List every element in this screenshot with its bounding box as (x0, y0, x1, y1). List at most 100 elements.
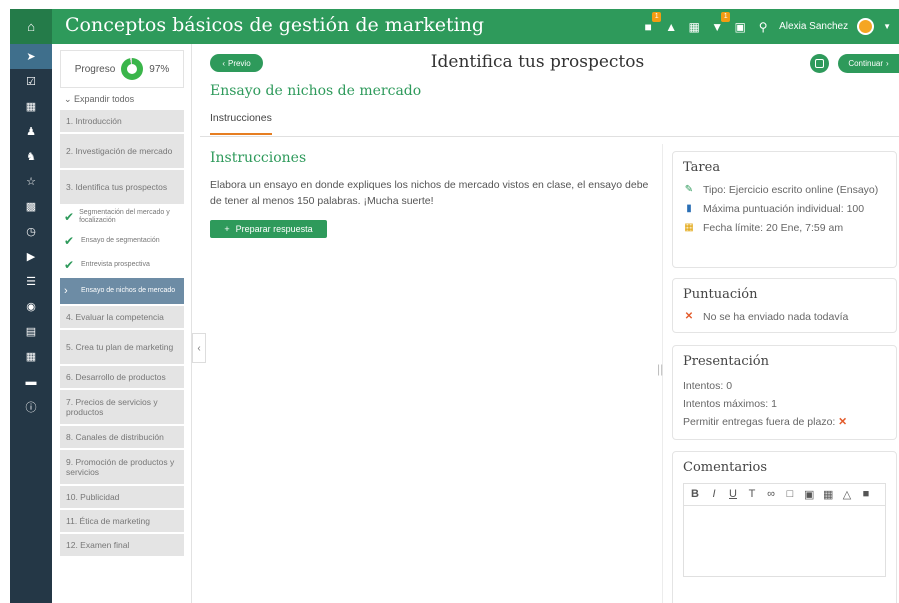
app-title: Conceptos básicos de gestión de marketin… (65, 14, 485, 36)
outline-chapter[interactable]: 1. Introducción (60, 110, 184, 132)
rail-info-icon[interactable]: ⓘ (10, 394, 52, 419)
drag-handle-icon[interactable]: || (657, 362, 663, 376)
task-type: Tipo: Ejercicio escrito online (Ensayo) (703, 184, 879, 196)
underline-icon[interactable]: U (728, 488, 738, 501)
task-card: Tarea ✎ Tipo: Ejercicio escrito online (E… (672, 151, 897, 268)
search-icon[interactable]: ⚲ (756, 20, 770, 34)
save-icon[interactable] (810, 54, 829, 73)
comment-textarea[interactable] (684, 506, 885, 576)
checkmark-icon: ✔ (64, 258, 75, 272)
user-name[interactable]: Alexia Sanchez (779, 21, 848, 32)
rail-folder-icon[interactable]: ▬ (10, 369, 52, 394)
rail-nav-icon[interactable]: ➤ (10, 44, 52, 69)
prepare-response-button[interactable]: + Preparar respuesta (210, 220, 327, 238)
italic-icon[interactable]: I (709, 488, 719, 501)
expand-all-toggle[interactable]: ⌄ Expandir todos (64, 94, 134, 105)
comments-card: Comentarios B I U T ∞ □ ▣ ▦ △ ■ (672, 451, 897, 603)
progress-widget: Progreso 97% (60, 50, 184, 88)
outline-chapter-label: 1. Introducción (66, 116, 122, 126)
chevron-down-icon[interactable]: ▼ (883, 22, 891, 31)
page-title: Identifica tus prospectos (430, 52, 645, 72)
outline-chapter-label: 4. Evaluar la competencia (66, 312, 164, 322)
assignment-title: Ensayo de nichos de mercado (210, 83, 422, 99)
outline-chapter[interactable]: 4. Evaluar la competencia (60, 306, 184, 328)
score-card: Puntuación ✕ No se ha enviado nada todaví… (672, 278, 897, 333)
notification-badge: 1 (652, 11, 662, 22)
rail-list-icon[interactable]: ☰ (10, 269, 52, 294)
checkmark-icon: ✔ (64, 210, 75, 224)
rail-user-icon[interactable]: ♞ (10, 144, 52, 169)
outline-chapter-label: 10. Publicidad (66, 492, 120, 502)
rail-stats-icon[interactable]: ▤ (10, 319, 52, 344)
microphone-icon[interactable]: △ (842, 488, 852, 501)
chapter-list: 1. Introducción 2. Investigación de merca… (60, 110, 184, 558)
cart-icon[interactable]: ▼ 1 (710, 11, 731, 34)
outline-chapter-label: 5. Crea tu plan de marketing (66, 342, 174, 352)
submission-card: Presentación Intentos: 0 Intentos máximo… (672, 345, 897, 440)
deadline: Fecha límite: 20 Ene, 7:59 am (703, 222, 844, 234)
outline-chapter[interactable]: 10. Publicidad (60, 486, 184, 508)
top-bar: ⌂ Conceptos básicos de gestión de market… (10, 9, 899, 44)
rail-chat-icon[interactable]: ◉ (10, 294, 52, 319)
outline-chapter[interactable]: 7. Precios de servicios y productos (60, 390, 184, 424)
outline-chapter[interactable]: 3. Identifica tus prospectos (60, 170, 184, 204)
rail-check-icon[interactable]: ☑ (10, 69, 52, 94)
outline-lesson[interactable]: ✔ Segmentación del mercado y focalización (60, 206, 184, 228)
outline-lesson-label: Ensayo de segmentación (81, 237, 160, 244)
max-score: Máxima puntuación individual: 100 (703, 203, 865, 215)
outline-lesson[interactable]: ✔ Entrevista prospectiva (60, 254, 184, 276)
outline-current-lesson[interactable]: › Ensayo de nichos de mercado (60, 278, 184, 304)
instructions-text: Elabora un ensayo en donde expliques los… (210, 179, 649, 207)
outline-chapter[interactable]: 8. Canales de distribución (60, 426, 184, 448)
max-attempts: Intentos máximos: 1 (683, 398, 777, 410)
outline-chapter[interactable]: 11. Ética de marketing (60, 510, 184, 532)
icon-rail: ➤ ☑ ▦ ♟ ♞ ☆ ▩ ◷ ▶ ☰ ◉ ▤ ▦ ▬ ⓘ (10, 44, 52, 603)
main-content: ‹ Previo Identifica tus prospectos Contin… (200, 44, 899, 603)
calendar-icon[interactable]: ▦ (687, 20, 701, 34)
max-score-row: ▮ Máxima puntuación individual: 100 (683, 202, 886, 216)
avatar[interactable] (857, 18, 875, 35)
outline-chapter-label: 6. Desarrollo de productos (66, 372, 166, 382)
instructions-heading: Instrucciones (210, 150, 307, 166)
outline-lesson-label: Segmentación del mercado y focalización (79, 209, 170, 224)
previous-button[interactable]: ‹ Previo (210, 54, 263, 72)
home-icon[interactable]: ⌂ (10, 9, 52, 44)
rail-trophy-icon[interactable]: ☆ (10, 169, 52, 194)
chevron-right-icon: › (64, 285, 68, 297)
progress-value: 97% (149, 63, 170, 75)
outline-chapter-label: 12. Examen final (66, 540, 130, 550)
bold-icon[interactable]: B (690, 488, 700, 501)
x-icon: ✕ (684, 311, 694, 322)
rail-megaphone-icon[interactable]: ▶ (10, 244, 52, 269)
submission-card-title: Presentación (683, 354, 770, 369)
top-actions: ■ 1 ▲ ▦ ▼ 1 ▣ ⚲ Alexia Sanchez ▼ (641, 9, 891, 44)
file-icon[interactable]: □ (785, 488, 795, 501)
rail-clock-icon[interactable]: ◷ (10, 219, 52, 244)
table-icon[interactable]: ▦ (823, 488, 833, 501)
outline-chapter[interactable]: 6. Desarrollo de productos (60, 366, 184, 388)
outline-chapter[interactable]: 5. Crea tu plan de marketing (60, 330, 184, 364)
rail-library-icon[interactable]: ▦ (10, 94, 52, 119)
continue-button[interactable]: Continuar › (838, 54, 899, 73)
outline-chapter[interactable]: 9. Promoción de productos y servicios (60, 450, 184, 484)
dropbox-icon[interactable]: ■ 1 (641, 11, 662, 34)
prepare-response-label: Preparar respuesta (235, 224, 313, 234)
tab-instructions[interactable]: Instrucciones (210, 112, 272, 135)
tab-divider (200, 136, 899, 137)
score-card-title: Puntuación (683, 287, 758, 302)
cart-badge: 1 (721, 11, 731, 22)
x-icon: ✕ (838, 416, 848, 428)
outline-chapter[interactable]: 12. Examen final (60, 534, 184, 556)
video-icon[interactable]: ■ (861, 488, 871, 501)
image-icon[interactable]: ▣ (804, 488, 814, 501)
link-icon[interactable]: ∞ (766, 488, 776, 501)
bell-icon[interactable]: ▲ (664, 20, 678, 34)
clear-format-icon[interactable]: T (747, 488, 757, 501)
plus-icon: + (224, 224, 230, 234)
outline-chapter[interactable]: 2. Investigación de mercado (60, 134, 184, 168)
rail-users-icon[interactable]: ♟ (10, 119, 52, 144)
help-icon[interactable]: ▣ (733, 20, 747, 34)
outline-lesson[interactable]: ✔ Ensayo de segmentación (60, 230, 184, 252)
rail-calendar-icon[interactable]: ▦ (10, 344, 52, 369)
rail-grid-icon[interactable]: ▩ (10, 194, 52, 219)
